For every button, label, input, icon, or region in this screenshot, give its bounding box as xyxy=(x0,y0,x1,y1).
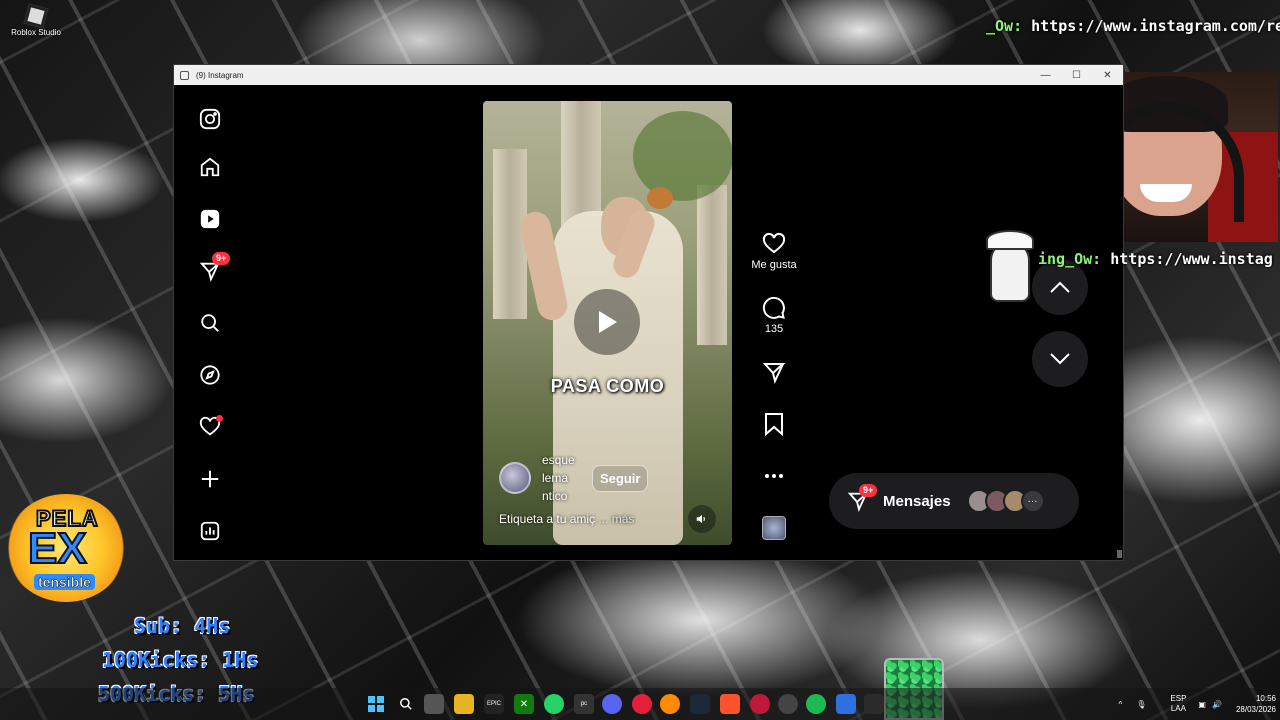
microphone-icon[interactable]: 🎙 xyxy=(1136,700,1146,709)
direct-messages-icon[interactable]: 9+ xyxy=(192,252,231,289)
bread-in-hand xyxy=(647,187,673,209)
stream-overlay-url-top: _Ow: https://www.instagram.com/re xyxy=(986,17,1280,35)
messages-send-icon: 9+ xyxy=(847,484,878,512)
file-explorer-icon[interactable] xyxy=(454,694,474,714)
app-icon-12[interactable] xyxy=(836,694,856,714)
reel-author: esque lema ntico Seguir xyxy=(499,451,649,505)
bookmark-icon xyxy=(748,411,800,437)
roblox-studio-icon xyxy=(23,3,49,29)
anime-mascot xyxy=(978,228,1040,308)
clock[interactable]: 10:56 28/03/2026 xyxy=(1236,693,1276,715)
reel-video[interactable]: PASA COMO esque lema ntico Seguir Etique… xyxy=(483,101,732,545)
stat-100kicks: 100Kicks: 1Hs xyxy=(102,648,259,672)
speaker-icon[interactable]: 🔊 xyxy=(1212,700,1222,709)
volume-button[interactable] xyxy=(688,505,716,533)
like-label: Me gusta xyxy=(751,259,797,271)
play-button[interactable] xyxy=(574,289,640,355)
comment-action[interactable]: 135 xyxy=(748,295,800,335)
stream-logo: PELA EX tensible xyxy=(6,494,126,602)
minimize-button[interactable]: — xyxy=(1030,65,1061,85)
task-view-icon[interactable] xyxy=(424,694,444,714)
next-reel-button[interactable] xyxy=(1032,331,1088,387)
app-icon-13[interactable] xyxy=(864,694,884,714)
messages-button[interactable]: 9+ Mensajes ··· xyxy=(829,473,1079,529)
instagram-app: 9+ PASA COMO esque lema ntico Seguir Eti… xyxy=(174,85,1123,560)
comment-count: 135 xyxy=(764,323,784,335)
create-plus-icon[interactable] xyxy=(192,461,228,497)
xbox-pc-icon[interactable]: pc xyxy=(574,694,594,714)
search-icon[interactable] xyxy=(192,305,228,341)
messages-label: Mensajes xyxy=(883,492,951,510)
more-options-action[interactable] xyxy=(748,463,800,489)
brave-icon[interactable] xyxy=(720,694,740,714)
notifications-badge: 9+ xyxy=(212,252,231,265)
reels-icon[interactable] xyxy=(192,201,228,237)
more-dots-icon xyxy=(748,463,800,489)
audio-thumbnail[interactable] xyxy=(762,516,786,540)
share-send-icon xyxy=(748,359,800,385)
window-scrollbar[interactable] xyxy=(1115,85,1123,560)
more-link[interactable]: ... más xyxy=(598,512,634,526)
desktop-icon-roblox-studio[interactable]: Roblox Studio xyxy=(6,3,66,37)
system-tray: ^ 🎙 ESP LAA ▣ 🔊 10:56 28/03/2026 xyxy=(1118,688,1276,720)
author-avatar[interactable] xyxy=(499,462,531,494)
taskbar: EPIC ✕ pc ^ 🎙 ESP LAA ▣ 🔊 10:56 28/03/2026 xyxy=(0,688,1280,720)
app-icon xyxy=(180,70,189,80)
app-red-icon[interactable] xyxy=(632,694,652,714)
dashboard-icon[interactable] xyxy=(192,513,228,549)
network-icon[interactable]: ▣ xyxy=(1198,700,1206,709)
chevron-up-icon[interactable]: ^ xyxy=(1118,700,1122,709)
save-action[interactable] xyxy=(748,411,800,437)
explore-compass-icon[interactable] xyxy=(192,357,228,393)
whatsapp-icon[interactable] xyxy=(544,694,564,714)
discord-icon[interactable] xyxy=(602,694,622,714)
home-icon[interactable] xyxy=(192,149,228,185)
maximize-button[interactable]: ☐ xyxy=(1061,65,1092,85)
close-button[interactable]: ✕ xyxy=(1092,65,1123,85)
notifications-heart-icon[interactable] xyxy=(192,409,228,445)
window-title: (9) Instagram xyxy=(196,70,244,80)
reel-description[interactable]: Etiqueta a tu amiç ... más xyxy=(499,512,634,526)
xbox-icon[interactable]: ✕ xyxy=(514,694,534,714)
app-icon-9[interactable] xyxy=(750,694,770,714)
play-icon xyxy=(599,311,617,333)
desktop-icon-label: Roblox Studio xyxy=(11,28,61,37)
epic-games-icon[interactable]: EPIC xyxy=(484,694,504,714)
follow-button[interactable]: Seguir xyxy=(592,464,649,492)
app-icon-10[interactable] xyxy=(778,694,798,714)
more-avatars-icon: ··· xyxy=(1020,489,1045,513)
start-windows-icon[interactable] xyxy=(366,694,386,714)
stat-sub: Sub: 4Hs xyxy=(134,614,231,638)
message-avatars: ··· xyxy=(966,489,1045,513)
browser-icon[interactable] xyxy=(660,694,680,714)
share-action[interactable] xyxy=(748,359,800,385)
reel-caption-overlay: PASA COMO xyxy=(550,376,665,396)
chevron-down-icon xyxy=(1050,353,1070,365)
author-name[interactable]: esque lema ntico xyxy=(542,451,586,505)
window-titlebar[interactable]: (9) Instagram — ☐ ✕ xyxy=(174,65,1123,85)
language-indicator[interactable]: ESP LAA xyxy=(1170,694,1186,714)
steam-icon[interactable] xyxy=(690,694,710,714)
stream-overlay-url-mid: ing_Ow: https://www.instagr xyxy=(1038,250,1274,268)
messages-badge: 9+ xyxy=(859,484,878,497)
taskbar-search-icon[interactable] xyxy=(396,694,416,714)
instagram-logo-icon[interactable] xyxy=(192,101,228,137)
comment-icon xyxy=(748,295,800,321)
notification-dot xyxy=(216,415,223,422)
heart-icon xyxy=(748,231,800,257)
chevron-up-icon xyxy=(1050,281,1070,293)
spotify-icon[interactable] xyxy=(806,694,826,714)
like-action[interactable]: Me gusta xyxy=(748,231,800,271)
instagram-window: (9) Instagram — ☐ ✕ 9+ PASA COMO esque l… xyxy=(173,64,1124,561)
volume-icon xyxy=(696,514,705,524)
